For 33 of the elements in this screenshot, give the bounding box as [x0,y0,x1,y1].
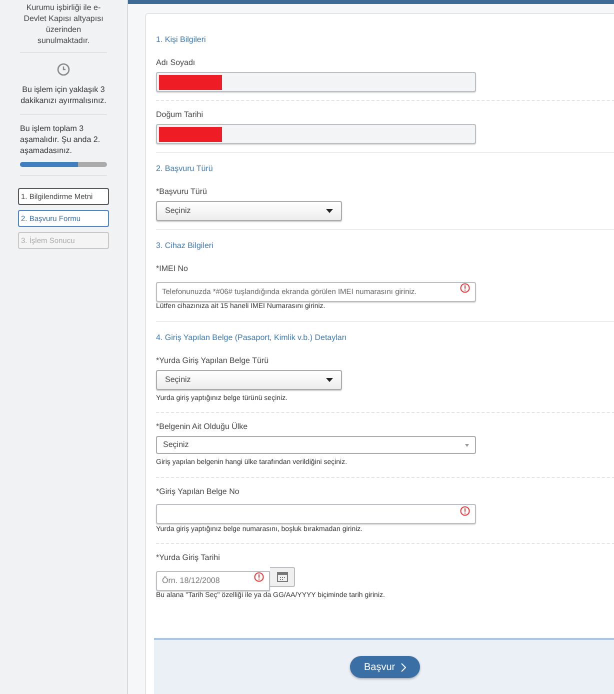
caret-icon [465,444,469,446]
field-label: *Belgenin Ait Olduğu Ülke [156,421,249,433]
calendar-icon [276,572,288,582]
section-title: 3. Cihaz Bilgileri [156,240,214,252]
text-field[interactable] [156,504,476,524]
error-icon [254,572,264,582]
caret-icon [326,378,333,382]
submit-button[interactable]: Başvur [350,656,420,678]
field-label: *IMEI No [156,263,190,275]
section-title: 2. Başvuru Türü [156,163,214,175]
clock-icon [57,63,70,76]
field-label: *Yurda Giriş Tarihi [156,552,221,564]
section-title: 4. Giriş Yapılan Belge (Pasaport, Kimlik v.b.) Detayları [156,332,348,344]
caret-icon [326,209,333,213]
field-label: Doğum Tarihi [156,109,204,121]
error-icon [460,506,470,516]
field-label: *Giriş Yapılan Belge No [156,486,240,498]
readonly-field[interactable] [156,124,476,144]
select-field[interactable]: Seçiniz [156,201,342,221]
date-field[interactable]: Örn. 18/12/2008 [156,570,270,590]
field-label: *Başvuru Türü [156,186,208,198]
intro-text: Kurumu işbirliği ile e-Devlet Kapısı altyapısı üzerinden sunulmaktadır. [20,0,107,53]
readonly-field[interactable] [156,72,476,92]
calendar-button[interactable] [270,567,295,587]
select-field[interactable]: Seçiniz [156,370,342,390]
progress-text: Bu işlem toplam 3 aşamalıdır. Şu anda 2. aşamadasınız. [20,123,102,156]
error-icon [460,283,470,293]
field-label: *Yurda Giriş Yapılan Belge Türü [156,354,270,366]
field-label: Adı Soyadı [156,57,196,69]
time-note: Bu işlem için yaklaşık 3 dakikanızı ayırmalısınız. [20,84,107,106]
section-title: 1. Kişi Bilgileri [156,34,207,46]
chevron-right-icon [401,662,406,672]
select-field[interactable]: Seçiniz [156,436,476,454]
